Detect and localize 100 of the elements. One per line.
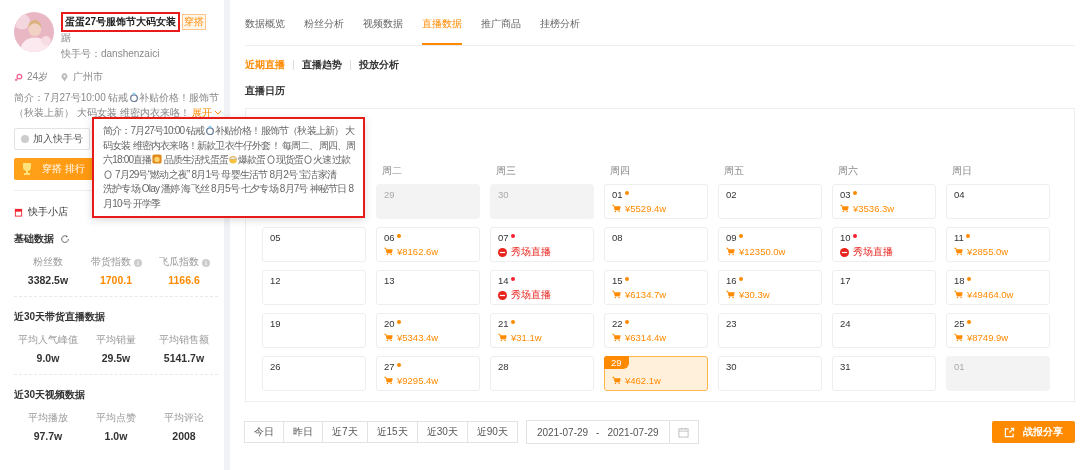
stat-label: 平均评论 bbox=[164, 412, 204, 425]
sales-amount: ¥8162.6w bbox=[397, 246, 439, 257]
day-number: 29 bbox=[384, 189, 395, 200]
day-number: 09 bbox=[726, 232, 737, 243]
intro-text: 简介：7月27号10:00 钻戒 bbox=[14, 92, 129, 103]
day-number: 25 bbox=[954, 318, 965, 329]
day-number: 14 bbox=[498, 275, 509, 286]
day-number: 01 bbox=[612, 189, 623, 200]
tooltip-text: 品质生活找蛋蛋 bbox=[162, 154, 228, 165]
tooltip-text: 洗护专场 Olay 潘婷 海飞丝 8月5号 七夕专场 8月7号 神秘节日 8 bbox=[103, 183, 354, 194]
sales-amount: ¥462.1w bbox=[625, 375, 661, 386]
day-number: 20 bbox=[384, 318, 395, 329]
day-number: 04 bbox=[954, 189, 965, 200]
weekday-label: 周二 bbox=[381, 165, 403, 178]
stat-label: 平均销量 bbox=[96, 334, 136, 347]
sales-amount: ¥49464.0w bbox=[967, 289, 1014, 300]
show-label: 秀场直播 bbox=[511, 289, 551, 302]
day-number: 28 bbox=[498, 361, 509, 372]
stat-label: 飞瓜指数 bbox=[158, 256, 199, 269]
day-number: 08 bbox=[612, 232, 623, 243]
day-number: 07 bbox=[498, 232, 509, 243]
banner-text: 穿搭 排行 bbox=[42, 162, 85, 176]
tooltip-text: 月10号 开学季 bbox=[103, 197, 161, 209]
day-number: 17 bbox=[840, 275, 851, 286]
day-number: 30 bbox=[726, 361, 737, 372]
day-number: 26 bbox=[270, 361, 281, 372]
stat-label: 平均人气峰值 bbox=[18, 334, 78, 347]
profile-name-rest: 踞 bbox=[61, 32, 72, 44]
sales-amount: ¥31.1w bbox=[511, 332, 542, 343]
account-id: 快手号：danshenzaici bbox=[61, 47, 161, 61]
day-number: 24 bbox=[840, 318, 851, 329]
section-title: 近30天视频数据 bbox=[14, 388, 86, 402]
weekday-label: 周五 bbox=[723, 165, 745, 178]
stat-label: 带货指数 bbox=[90, 256, 131, 269]
stat-value: 9.0w bbox=[36, 352, 60, 364]
day-number: 03 bbox=[840, 189, 851, 200]
tooltip-text: 六18:00直播 bbox=[103, 154, 152, 165]
day-number: 22 bbox=[612, 318, 623, 329]
tooltip-text: 7月29号“燃动之夜” 8月1号 母婴生活节 8月2号 宝洁家清 bbox=[113, 168, 337, 180]
section-title: 基础数据 bbox=[14, 232, 54, 246]
stat-label: 平均点赞 bbox=[96, 412, 136, 425]
sales-amount: ¥5343.4w bbox=[397, 332, 439, 343]
day-number: 19 bbox=[270, 318, 281, 329]
age-text: 24岁 bbox=[27, 70, 49, 84]
day-number: 21 bbox=[498, 318, 509, 329]
day-number: 30 bbox=[498, 189, 509, 200]
intro-text: 补贴价格！服饰节 bbox=[138, 92, 219, 103]
day-number: 27 bbox=[384, 361, 395, 372]
stat-value: 1166.6 bbox=[168, 274, 200, 286]
stat-value: 1700.1 bbox=[99, 274, 133, 286]
stat-value: 5141.7w bbox=[163, 352, 205, 364]
tooltip-text: 火速过款 bbox=[313, 154, 351, 165]
stat-label: 平均销售额 bbox=[159, 334, 209, 347]
day-number: 15 bbox=[612, 275, 623, 286]
sales-amount: ¥6314.4w bbox=[625, 332, 667, 343]
sales-amount: ¥5529.4w bbox=[625, 203, 667, 214]
day-number: 16 bbox=[726, 275, 737, 286]
tooltip-text: 简介：7月27号10:00 钻戒 bbox=[103, 125, 205, 136]
sales-amount: ¥8749.9w bbox=[967, 332, 1009, 343]
day-number: 29 bbox=[604, 356, 629, 369]
day-number: 13 bbox=[384, 275, 395, 286]
day-number: 06 bbox=[384, 232, 395, 243]
weekday-label: 周三 bbox=[495, 165, 517, 178]
sales-amount: ¥9295.4w bbox=[397, 375, 439, 386]
sales-amount: ¥6134.7w bbox=[625, 289, 667, 300]
tooltip-text: 现货蛋 bbox=[275, 154, 304, 165]
show-label: 秀场直播 bbox=[853, 246, 893, 259]
day-number: 10 bbox=[840, 232, 851, 243]
day-number: 23 bbox=[726, 318, 737, 329]
section-title: 近30天带货直播数据 bbox=[14, 310, 106, 324]
sales-amount: ¥2855.0w bbox=[967, 246, 1009, 257]
day-number: 12 bbox=[270, 275, 281, 286]
stat-label: 平均播放 bbox=[28, 412, 68, 425]
weekday-label: 周四 bbox=[609, 165, 631, 178]
city-text: 广州市 bbox=[73, 70, 104, 84]
stat-value: 3382.5w bbox=[27, 274, 69, 286]
sales-amount: ¥3536.3w bbox=[853, 203, 895, 214]
tooltip-text: 补贴价格！服饰节（秋装上新） 大 bbox=[214, 125, 355, 136]
weekday-label: 周日 bbox=[951, 165, 973, 178]
stat-value: 1.0w bbox=[104, 430, 128, 442]
stat-value: 97.7w bbox=[33, 430, 63, 442]
intro-text: （秋装上新） 大码女装 维密内衣来咯！ bbox=[14, 107, 190, 118]
day-number: 31 bbox=[840, 361, 851, 372]
tooltip-text: 码女装 维密内衣来咯！新款卫衣牛仔外套！ 每周二、周四、周 bbox=[103, 139, 356, 151]
day-number: 02 bbox=[726, 189, 737, 200]
tooltip-text: 爆款蛋 bbox=[238, 154, 266, 165]
day-number: 11 bbox=[954, 232, 964, 243]
day-number: 01 bbox=[954, 361, 965, 372]
stat-value: 29.5w bbox=[101, 352, 131, 364]
show-label: 秀场直播 bbox=[511, 246, 551, 259]
stat-value: 2008 bbox=[172, 430, 196, 442]
day-number: 05 bbox=[270, 232, 281, 243]
section-title: 直播日历 bbox=[245, 84, 286, 98]
sales-amount: ¥12350.0w bbox=[739, 246, 786, 257]
weekday-label: 周六 bbox=[837, 165, 859, 178]
profile-name: 蛋蛋27号服饰节大码女装 bbox=[61, 12, 181, 32]
category-tag: 穿搭 bbox=[182, 14, 207, 30]
day-number: 18 bbox=[954, 275, 965, 286]
sales-amount: ¥30.3w bbox=[739, 289, 770, 300]
stat-label: 粉丝数 bbox=[33, 256, 63, 269]
